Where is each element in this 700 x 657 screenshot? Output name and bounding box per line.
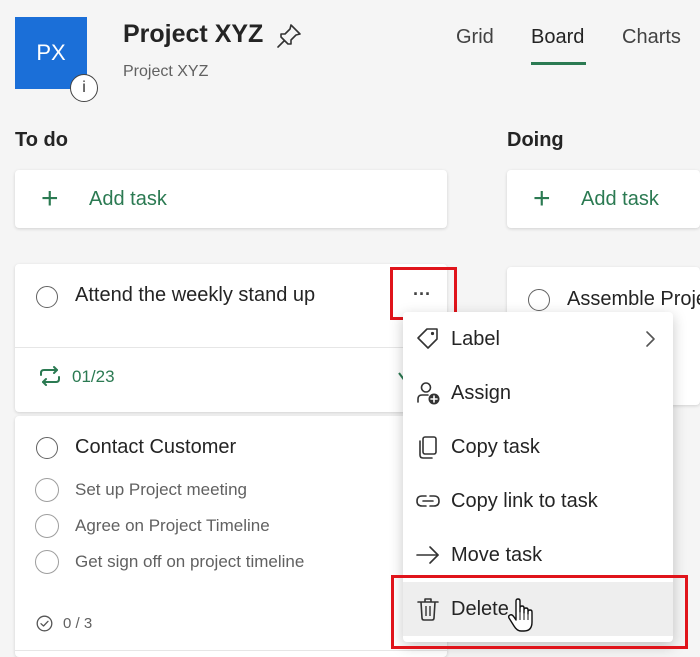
checklist-count: 0 / 3 [63,615,93,632]
task-title: Contact Customer [75,436,237,458]
menu-item-text: Copy link to task [451,489,598,512]
menu-item-text: Label [451,327,500,350]
chevron-right-icon [643,329,657,349]
complete-task-checkbox[interactable] [528,289,550,311]
menu-item-copy-task[interactable]: Copy task [403,420,673,474]
link-icon [415,488,441,514]
due-date: 01/23 [72,367,115,386]
active-tab-indicator [531,62,586,65]
tag-icon [415,326,441,352]
repeat-icon [37,364,63,388]
pin-icon[interactable] [275,22,303,50]
checklist-icon [36,615,53,632]
add-task-button-todo[interactable]: + Add task [15,170,447,228]
menu-item-text: Move task [451,543,543,566]
page-title: Project XYZ [123,20,264,48]
plus-icon: + [41,182,59,215]
menu-item-text: Assign [451,381,512,404]
subtask-checkbox[interactable] [35,514,59,538]
menu-item-copy-link[interactable]: Copy link to task [403,474,673,528]
column-header-doing: Doing [507,129,564,151]
column-header-todo: To do [15,129,68,151]
task-title: Attend the weekly stand up [75,284,316,306]
card-divider [15,650,447,651]
info-icon[interactable]: i [70,74,98,102]
page-header [0,0,700,108]
page-subtitle: Project XYZ [123,63,209,80]
more-options-button[interactable]: ··· [407,281,437,307]
plus-icon: + [533,182,551,215]
hand-cursor-icon [507,598,535,634]
subtask-label: Get sign off on project timeline [75,552,305,571]
add-task-label: Add task [89,187,167,210]
subtask-label: Agree on Project Timeline [75,516,270,535]
menu-item-text: Copy task [451,435,540,458]
complete-task-checkbox[interactable] [36,437,58,459]
arrow-right-icon [415,542,441,568]
complete-task-checkbox[interactable] [36,286,58,308]
card-divider [15,347,447,348]
subtask-checkbox[interactable] [35,478,59,502]
person-add-icon [415,380,441,406]
tab-charts[interactable]: Charts [622,26,681,49]
subtask-label: Set up Project meeting [75,480,247,499]
subtask-checkbox[interactable] [35,550,59,574]
task-title: Assemble Proje [567,288,700,310]
info-badge-label: i [82,79,86,96]
tab-board[interactable]: Board [531,26,584,49]
copy-icon [415,434,441,460]
menu-item-label[interactable]: Label [403,312,673,366]
add-task-button-doing[interactable]: + Add task [507,170,700,228]
highlight-delete [391,575,688,649]
avatar-initials: PX [36,40,66,65]
tab-grid[interactable]: Grid [456,26,494,49]
add-task-label: Add task [581,187,659,210]
menu-item-assign[interactable]: Assign [403,366,673,420]
menu-item-move-task[interactable]: Move task [403,528,673,582]
